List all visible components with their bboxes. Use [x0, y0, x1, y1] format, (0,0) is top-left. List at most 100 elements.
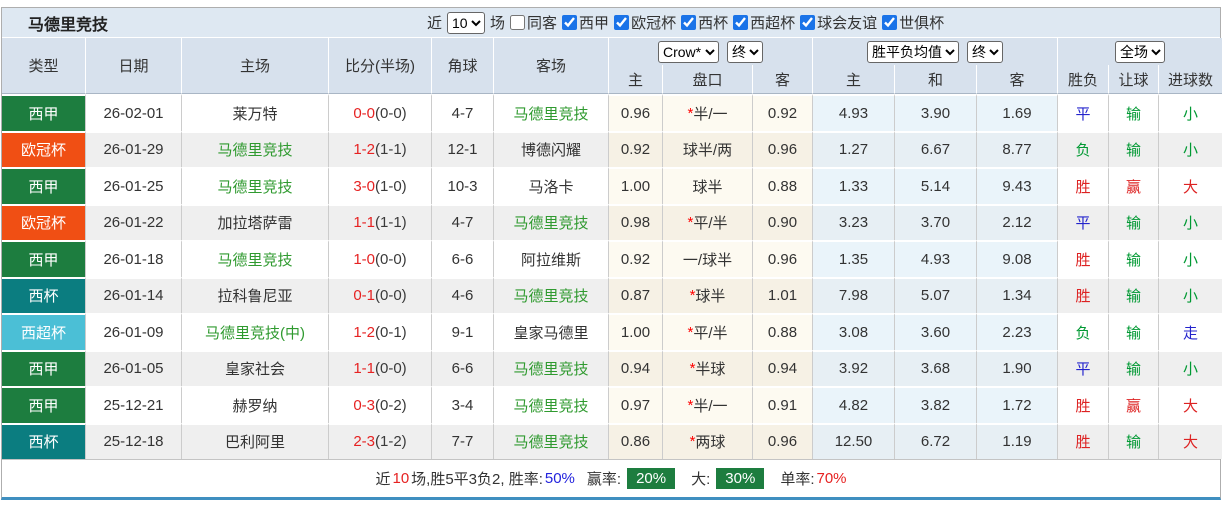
score-cell: 1-1 (1-1) [329, 203, 432, 240]
home-team-link[interactable]: 马德里竞技 [182, 240, 329, 277]
score-cell: 0-1 (0-0) [329, 276, 432, 313]
half-time-score: (0-0) [375, 360, 407, 378]
away-team-link[interactable]: 马德里竞技 [494, 94, 609, 131]
cwc-checkbox[interactable] [882, 15, 898, 30]
score-cell: 1-2 (0-1) [329, 313, 432, 350]
eu-draw-odds: 3.68 [895, 349, 977, 386]
col-header-ah-home: 主 [609, 65, 663, 94]
ah-home-odds: 0.86 [609, 422, 663, 459]
col-header-corner: 角球 [432, 38, 494, 94]
home-team-link[interactable]: 莱万特 [182, 94, 329, 131]
league-type-badge: 西甲 [2, 349, 86, 386]
eu-away-odds: 9.08 [977, 240, 1058, 277]
supercopa-checkbox[interactable] [733, 15, 749, 30]
result-cell: 胜 [1058, 240, 1109, 277]
ucl-checkbox[interactable] [614, 15, 630, 30]
let-ball-cell: 赢 [1109, 386, 1159, 423]
same-away-checkbox[interactable] [510, 15, 526, 30]
col-header-ah-away: 客 [753, 65, 813, 94]
handicap-line: 球半 [663, 167, 753, 204]
score-cell: 1-1 (0-0) [329, 349, 432, 386]
away-team-link[interactable]: 马德里竞技 [494, 203, 609, 240]
away-team-link[interactable]: 博德闪耀 [494, 130, 609, 167]
corner-score: 4-7 [432, 203, 494, 240]
away-team-link[interactable]: 马洛卡 [494, 167, 609, 204]
goals-cell: 小 [1159, 276, 1222, 313]
ah-away-odds: 0.88 [753, 167, 813, 204]
checkbox-supercopa[interactable]: 西超杯 [733, 12, 795, 33]
result-cell: 胜 [1058, 422, 1109, 459]
full-time-score: 3-0 [353, 177, 375, 195]
team-recent-matches-panel: 马德里竞技 近 10 场 同客 西甲 欧冠杯 西杯 西超杯 球会友谊 世俱杯 类… [1, 7, 1222, 500]
result-cell: 平 [1058, 349, 1109, 386]
ah-home-odds: 1.00 [609, 167, 663, 204]
eu-away-odds: 8.77 [977, 130, 1058, 167]
laliga-checkbox[interactable] [562, 15, 578, 30]
matches-count-select[interactable]: 10 [447, 11, 486, 34]
ah-away-odds: 0.96 [753, 240, 813, 277]
checkbox-same-away[interactable]: 同客 [510, 12, 557, 33]
away-team-link[interactable]: 马德里竞技 [494, 349, 609, 386]
eu-odds-state-select[interactable]: 终 [967, 40, 1003, 63]
checkbox-club-friendly[interactable]: 球会友谊 [800, 12, 877, 33]
away-team-link[interactable]: 马德里竞技 [494, 386, 609, 423]
ah-away-odds: 0.94 [753, 349, 813, 386]
bookmaker-select[interactable]: Crow* [658, 40, 719, 63]
handicap-line: * 球半 [663, 276, 753, 313]
full-time-score: 0-0 [353, 104, 375, 122]
games-label: 场 [490, 15, 506, 32]
copa-checkbox[interactable] [681, 15, 697, 30]
ah-away-odds: 0.91 [753, 386, 813, 423]
ah-home-odds: 0.92 [609, 130, 663, 167]
match-date: 26-01-25 [86, 167, 182, 204]
checkbox-copa-del-rey[interactable]: 西杯 [681, 12, 728, 33]
eu-away-odds: 2.12 [977, 203, 1058, 240]
home-team-link[interactable]: 巴利阿里 [182, 422, 329, 459]
checkbox-laliga[interactable]: 西甲 [562, 12, 609, 33]
ah-away-odds: 0.96 [753, 422, 813, 459]
checkbox-club-world-cup[interactable]: 世俱杯 [882, 12, 944, 33]
score-cell: 1-2 (1-1) [329, 130, 432, 167]
away-team-link[interactable]: 皇家马德里 [494, 313, 609, 350]
full-time-score: 0-1 [353, 287, 375, 305]
ah-away-odds: 0.90 [753, 203, 813, 240]
eu-draw-odds: 6.67 [895, 130, 977, 167]
eu-draw-odds: 3.90 [895, 94, 977, 131]
goals-cell: 大 [1159, 167, 1222, 204]
home-team-link[interactable]: 马德里竞技(中) [182, 313, 329, 350]
handicap-line: 球半/两 [663, 130, 753, 167]
col-header-eu-away: 客 [977, 65, 1058, 94]
half-time-score: (1-2) [375, 433, 407, 451]
matches-table: 类型 日期 主场 比分(半场) 角球 客场 Crow* 终 胜平负均值 终 全场… [2, 38, 1222, 459]
home-team-link[interactable]: 马德里竞技 [182, 130, 329, 167]
win-rate-value: 50% [544, 470, 575, 487]
ah-home-odds: 0.92 [609, 240, 663, 277]
let-ball-cell: 输 [1109, 313, 1159, 350]
eu-home-odds: 3.08 [813, 313, 895, 350]
checkbox-ucl[interactable]: 欧冠杯 [614, 12, 676, 33]
match-date: 26-01-14 [86, 276, 182, 313]
goals-cell: 小 [1159, 349, 1222, 386]
away-team-link[interactable]: 阿拉维斯 [494, 240, 609, 277]
eu-draw-odds: 3.82 [895, 386, 977, 423]
home-team-link[interactable]: 马德里竞技 [182, 167, 329, 204]
half-time-score: (0-2) [375, 396, 407, 414]
home-team-link[interactable]: 皇家社会 [182, 349, 329, 386]
away-team-link[interactable]: 马德里竞技 [494, 276, 609, 313]
single-rate-label: 单率: [780, 471, 815, 488]
match-scope-select[interactable]: 全场 [1115, 40, 1165, 63]
col-header-goals: 进球数 [1159, 65, 1222, 94]
home-team-link[interactable]: 加拉塔萨雷 [182, 203, 329, 240]
corner-score: 4-7 [432, 94, 494, 131]
handicap-line: * 半/一 [663, 386, 753, 423]
league-type-badge: 西杯 [2, 276, 86, 313]
col-header-date: 日期 [86, 38, 182, 94]
home-team-link[interactable]: 拉科鲁尼亚 [182, 276, 329, 313]
friendly-checkbox[interactable] [800, 15, 816, 30]
corner-score: 4-6 [432, 276, 494, 313]
ah-odds-state-select[interactable]: 终 [727, 40, 763, 63]
home-team-link[interactable]: 赫罗纳 [182, 386, 329, 423]
away-team-link[interactable]: 马德里竞技 [494, 422, 609, 459]
eu-metric-select[interactable]: 胜平负均值 [867, 40, 959, 63]
ah-away-odds: 0.92 [753, 94, 813, 131]
